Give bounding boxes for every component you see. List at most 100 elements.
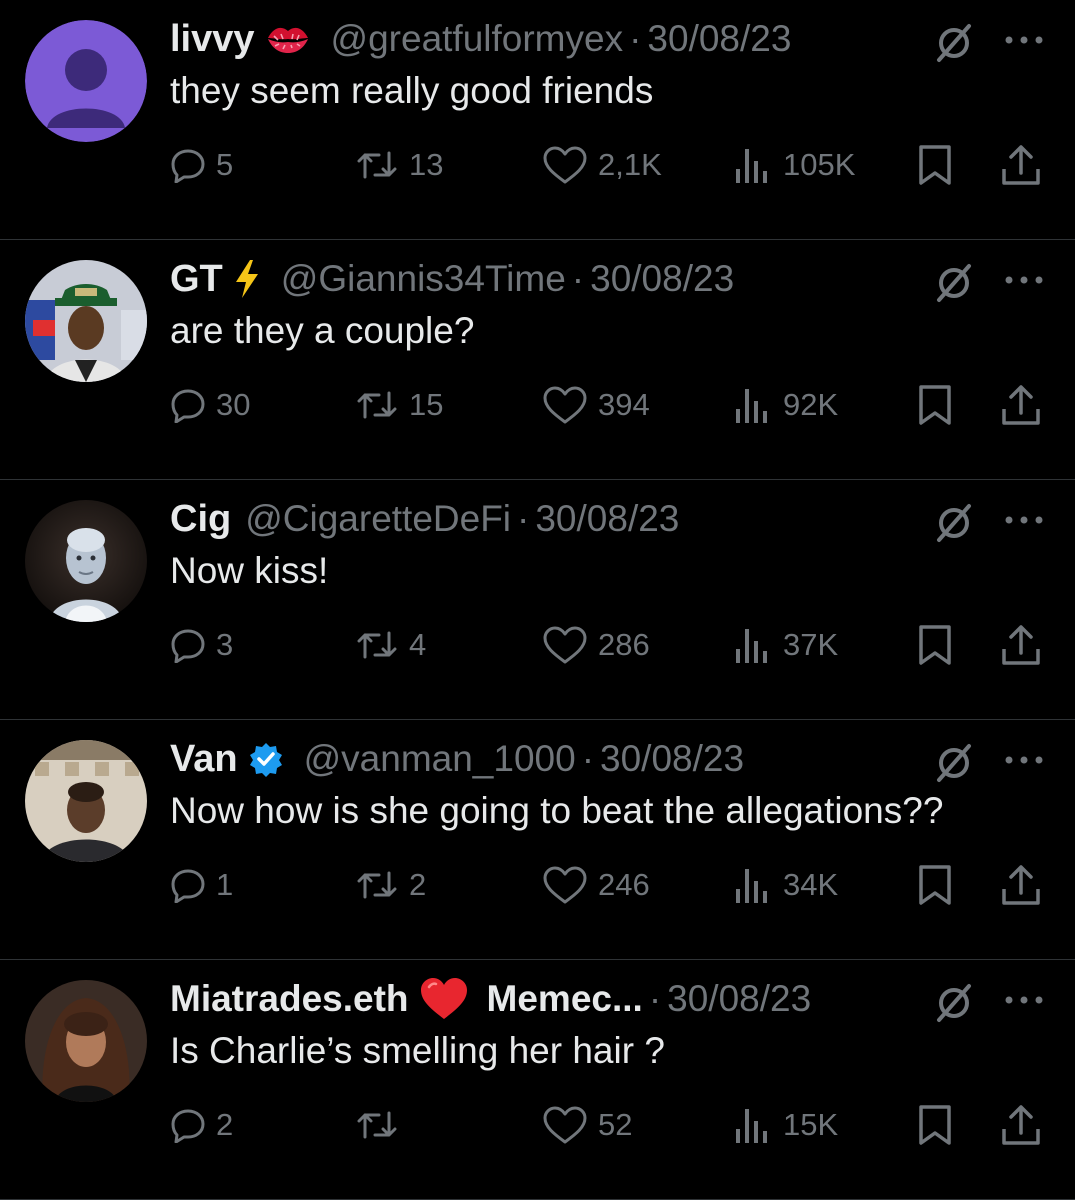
display-name[interactable]: GT	[170, 258, 223, 301]
like-button[interactable]: 52	[542, 1100, 632, 1150]
default-profile-icon	[25, 20, 147, 142]
grok-icon[interactable]	[933, 742, 975, 784]
user-handle[interactable]: @CigaretteDeFi	[245, 498, 511, 540]
share-icon	[1002, 385, 1040, 425]
retweet-button[interactable]: 13	[355, 140, 443, 190]
user-handle[interactable]: @vanman_1000	[304, 738, 576, 780]
views-button[interactable]: 34K	[733, 860, 838, 910]
avatar-photo-icon	[25, 260, 147, 382]
action-bar: 1 2 246 34K	[170, 860, 1055, 910]
like-button[interactable]: 394	[542, 380, 650, 430]
like-button[interactable]: 286	[542, 620, 650, 670]
views-button[interactable]: 92K	[733, 380, 838, 430]
tweet-text: are they a couple?	[170, 310, 475, 351]
tweet-header: GT @Giannis34Time · 30/08/23	[170, 254, 1055, 304]
like-button[interactable]: 2,1K	[542, 140, 662, 190]
avatar[interactable]	[25, 740, 147, 862]
grok-icon[interactable]	[933, 22, 975, 64]
display-name[interactable]: Van	[170, 738, 238, 781]
retweet-count: 4	[409, 627, 427, 662]
more-options-icon[interactable]	[1001, 750, 1047, 770]
display-name-suffix[interactable]: Memec...	[487, 978, 643, 1020]
retweet-button[interactable]: 15	[355, 380, 443, 430]
avatar[interactable]	[25, 500, 147, 622]
share-button[interactable]	[1000, 620, 1042, 670]
user-handle[interactable]: @greatfulformyex	[331, 18, 624, 60]
reply-icon	[171, 149, 205, 183]
retweet-button[interactable]	[355, 1100, 409, 1150]
retweet-button[interactable]: 2	[355, 860, 426, 910]
display-name[interactable]: Miatrades.eth	[170, 978, 409, 1020]
more-options-icon[interactable]	[1001, 270, 1047, 290]
tweet[interactable]: Van @vanman_1000 · 30/08/23 Now how is s…	[0, 720, 1075, 960]
timestamp[interactable]: 30/08/23	[667, 978, 811, 1020]
user-handle[interactable]: @Giannis34Time	[281, 258, 566, 300]
timestamp[interactable]: 30/08/23	[590, 258, 734, 300]
like-count: 394	[598, 387, 650, 422]
more-options-icon[interactable]	[1001, 510, 1047, 530]
tweet[interactable]: Miatrades.eth Memec... · 30/08/23 Is Cha…	[0, 960, 1075, 1200]
reply-button[interactable]: 30	[170, 380, 250, 430]
tweet-header: Cig @CigaretteDeFi · 30/08/23	[170, 494, 1055, 544]
separator: ·	[629, 18, 642, 59]
reply-button[interactable]: 1	[170, 860, 233, 910]
tweet-text: they seem really good friends	[170, 70, 654, 111]
share-button[interactable]	[1000, 1100, 1042, 1150]
grok-icon[interactable]	[933, 502, 975, 544]
action-bar: 5 13 2,1K 105K	[170, 140, 1055, 190]
reply-button[interactable]: 5	[170, 140, 233, 190]
reply-button[interactable]: 2	[170, 1100, 233, 1150]
bookmark-button[interactable]	[915, 620, 955, 670]
bookmark-button[interactable]	[915, 380, 955, 430]
reply-button[interactable]: 3	[170, 620, 233, 670]
tweet-header: Miatrades.eth Memec... · 30/08/23	[170, 974, 1055, 1024]
retweet-count: 2	[409, 867, 427, 902]
share-button[interactable]	[1000, 380, 1042, 430]
reply-count: 30	[216, 387, 251, 422]
views-icon	[736, 1109, 767, 1143]
timestamp[interactable]: 30/08/23	[647, 18, 791, 60]
share-button[interactable]	[1000, 140, 1042, 190]
display-name[interactable]: livvy	[170, 18, 255, 61]
bookmark-button[interactable]	[915, 860, 955, 910]
bookmark-button[interactable]	[915, 140, 955, 190]
tweet[interactable]: livvy @greatfulformyex · 30/08/23 they s…	[0, 0, 1075, 240]
lightning-icon	[233, 259, 261, 299]
bookmark-button[interactable]	[915, 1100, 955, 1150]
timestamp[interactable]: 30/08/23	[600, 738, 744, 780]
timestamp[interactable]: 30/08/23	[535, 498, 679, 540]
share-button[interactable]	[1000, 860, 1042, 910]
grok-icon[interactable]	[933, 982, 975, 1024]
retweet-button[interactable]: 4	[355, 620, 426, 670]
heart-icon	[543, 866, 587, 904]
more-options-icon[interactable]	[1001, 990, 1047, 1010]
like-count: 52	[598, 1107, 633, 1142]
tweet-text: Is Charlie’s smelling her hair ?	[170, 1030, 665, 1071]
tweet[interactable]: GT @Giannis34Time · 30/08/23 are they a …	[0, 240, 1075, 480]
reply-count: 1	[216, 867, 234, 902]
kiss-mark-icon	[265, 22, 311, 56]
tweet-header: Van @vanman_1000 · 30/08/23	[170, 734, 1055, 784]
reply-count: 3	[216, 627, 234, 662]
avatar[interactable]	[25, 260, 147, 382]
views-count: 37K	[783, 627, 839, 662]
reply-count: 2	[216, 1107, 234, 1142]
heart-icon	[543, 1106, 587, 1144]
views-button[interactable]: 15K	[733, 1100, 838, 1150]
views-icon	[736, 149, 767, 183]
tweet[interactable]: Cig @CigaretteDeFi · 30/08/23 Now kiss! …	[0, 480, 1075, 720]
separator: ·	[571, 258, 585, 299]
red-heart-icon	[419, 977, 469, 1021]
bookmark-icon	[919, 385, 951, 425]
avatar[interactable]	[25, 20, 147, 142]
avatar[interactable]	[25, 980, 147, 1102]
tweet-text: Now kiss!	[170, 550, 329, 591]
more-options-icon[interactable]	[1001, 30, 1047, 50]
separator: ·	[648, 978, 662, 1019]
views-button[interactable]: 37K	[733, 620, 838, 670]
display-name[interactable]: Cig	[170, 498, 231, 541]
reply-icon	[171, 1109, 205, 1143]
views-button[interactable]: 105K	[733, 140, 855, 190]
grok-icon[interactable]	[933, 262, 975, 304]
like-button[interactable]: 246	[542, 860, 650, 910]
